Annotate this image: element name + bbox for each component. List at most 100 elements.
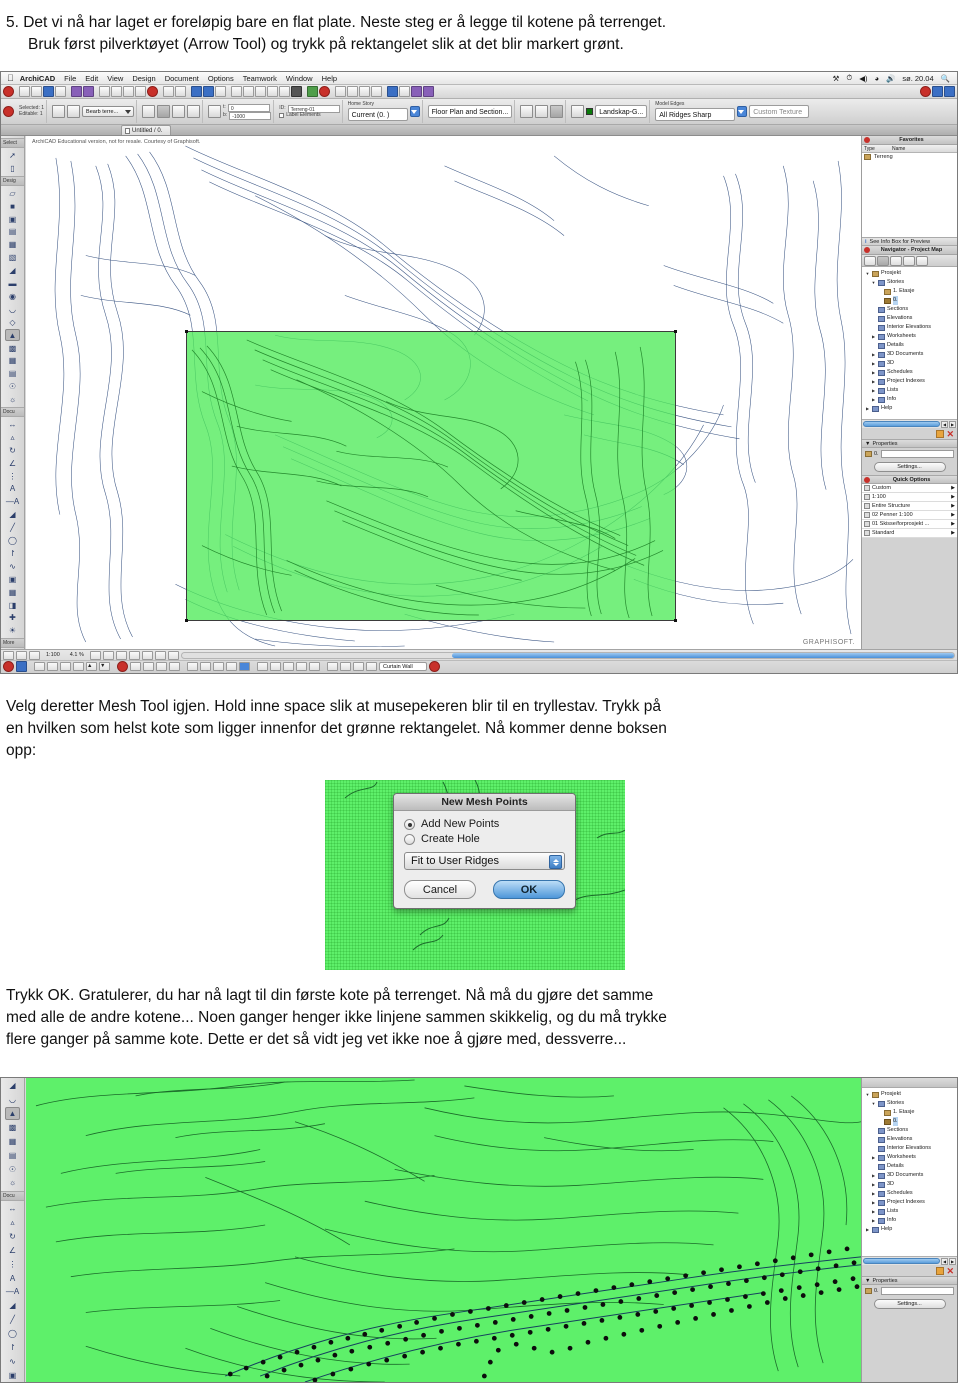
id-group[interactable]: ID: Terreng-01 Label Elements bbox=[277, 100, 343, 123]
tree-item-3d[interactable]: ▶ 3D bbox=[863, 1180, 956, 1189]
line-tool-icon[interactable]: ╱ bbox=[5, 522, 20, 534]
navigator-scroll-thumb-bottom[interactable] bbox=[863, 1258, 940, 1264]
tree-item-info[interactable]: ▶ Info bbox=[863, 1216, 956, 1225]
tree-item-3d[interactable]: ▶ 3D bbox=[863, 359, 956, 368]
navigator-close-icon[interactable] bbox=[864, 247, 870, 253]
quick-option-row[interactable]: 1:100 ▶ bbox=[862, 493, 957, 502]
spotlight-search-icon[interactable]: 🔍 bbox=[941, 74, 950, 83]
curtainwall-tool-icon-bottom[interactable]: ▦ bbox=[5, 1135, 20, 1148]
search-tool-icon[interactable] bbox=[366, 662, 377, 671]
properties-story-row-bottom[interactable]: 0. bbox=[862, 1285, 957, 1297]
menu-document[interactable]: Document bbox=[165, 74, 199, 83]
quick-option-arrow-icon[interactable]: ▶ bbox=[951, 512, 955, 518]
teamwork-icon[interactable] bbox=[307, 86, 318, 97]
trace-icon[interactable] bbox=[279, 86, 290, 97]
left-toolbox[interactable]: Select ➚ ▯ Desig ▱ ■ ▣ ▤ ▦ ▧ ◢ ▬ ◉ ◡ ◇ ▲… bbox=[1, 136, 25, 649]
nav-plan-icon[interactable] bbox=[143, 662, 154, 671]
quick-options-header[interactable]: Quick Options bbox=[862, 475, 957, 484]
close-trace-icon[interactable] bbox=[291, 86, 302, 97]
navigator-hscrollbar-bottom[interactable]: ◀ ▶ bbox=[862, 1256, 957, 1265]
zoom-percent-label[interactable]: 4.1 % bbox=[66, 652, 88, 658]
teamwork-alert-icon[interactable] bbox=[319, 86, 330, 97]
tree-disclosure-icon[interactable]: ▶ bbox=[871, 359, 876, 368]
navigator-layoutbook-icon[interactable] bbox=[903, 255, 915, 266]
new-view-icon-bottom[interactable] bbox=[936, 1266, 945, 1275]
navigator-action-row-bottom[interactable]: ✕ bbox=[862, 1265, 957, 1276]
delete-view-icon[interactable]: ✕ bbox=[946, 429, 954, 438]
move-icon[interactable] bbox=[283, 662, 294, 671]
geometry-polygon-icon[interactable] bbox=[142, 105, 156, 118]
quick-options-close-icon[interactable] bbox=[864, 476, 870, 483]
floorplan-canvas[interactable]: ArchiCAD Educational version, not for re… bbox=[26, 136, 861, 649]
tree-item-sections[interactable]: Sections bbox=[863, 305, 956, 314]
stair2-tool-icon[interactable]: ▤ bbox=[5, 368, 20, 380]
navigator-scroll-left-icon[interactable]: ◀ bbox=[941, 420, 948, 428]
shade-icon[interactable] bbox=[309, 662, 320, 671]
right-panel-bottom[interactable]: ▼ Prosjekt ▼ Stories 1. Etasje 0. Sections Elev… bbox=[861, 1078, 957, 1382]
tree-item-project-indexes[interactable]: ▶ Project Indexes bbox=[863, 1198, 956, 1207]
tree-item-help[interactable]: ▶ Help bbox=[863, 404, 956, 413]
undo-icon[interactable] bbox=[163, 86, 174, 97]
zone-tool-icon[interactable]: ▩ bbox=[5, 342, 20, 354]
material-combo[interactable]: Landskap-G... bbox=[595, 105, 648, 118]
navigator-hscrollbar[interactable]: ◀ ▶ bbox=[862, 419, 957, 428]
angle-dimension-tool-icon-bottom[interactable]: ∠ bbox=[5, 1244, 20, 1257]
properties-panel-header-top[interactable]: ▼ Properties bbox=[862, 439, 957, 448]
radial-dimension-tool-icon[interactable]: ↻ bbox=[5, 444, 20, 456]
mesh-geometry-group[interactable] bbox=[140, 100, 204, 123]
label-tool-icon[interactable]: —A bbox=[5, 496, 20, 508]
fill-tool-icon-bottom[interactable]: ◢ bbox=[5, 1299, 20, 1312]
zone-tool-icon-bottom[interactable]: ▩ bbox=[5, 1121, 20, 1134]
menu-edit[interactable]: Edit bbox=[85, 74, 98, 83]
navigator-viewmap-icon[interactable] bbox=[890, 255, 902, 266]
favorites-close-icon[interactable] bbox=[864, 137, 870, 143]
column-tool-icon[interactable]: ■ bbox=[5, 200, 20, 212]
zoom-out-icon[interactable] bbox=[115, 650, 127, 660]
geometry-circle-icon[interactable] bbox=[172, 105, 186, 118]
menu-window[interactable]: Window bbox=[286, 74, 313, 83]
delete-view-icon-bottom[interactable]: ✕ bbox=[946, 1266, 954, 1275]
tree-item-project-indexes[interactable]: ▶ Project Indexes bbox=[863, 377, 956, 386]
tree-item-elevations[interactable]: Elevations bbox=[863, 314, 956, 323]
tree-item-details[interactable]: Details bbox=[863, 1162, 956, 1171]
tree-item-prosjekt[interactable]: ▼ Prosjekt bbox=[863, 269, 956, 278]
status-close-icon[interactable] bbox=[3, 661, 14, 672]
print-icon[interactable] bbox=[55, 86, 66, 97]
paint-icon[interactable] bbox=[340, 662, 351, 671]
copy-icon[interactable] bbox=[83, 86, 94, 97]
tree-item-worksheets[interactable]: ▶ Worksheets bbox=[863, 332, 956, 341]
save-file-icon[interactable] bbox=[43, 86, 54, 97]
element-info-icon[interactable] bbox=[123, 86, 134, 97]
layer-combo[interactable]: Bearb terre... bbox=[82, 106, 135, 117]
zoom-dropdown-icon[interactable] bbox=[89, 650, 101, 660]
tools-icon[interactable]: ⚒ bbox=[833, 74, 840, 83]
tree-disclosure-icon[interactable]: ▶ bbox=[871, 350, 876, 359]
zoom-prev-icon[interactable] bbox=[16, 650, 27, 660]
fit-method-dropdown[interactable]: Fit to User Ridges bbox=[404, 852, 565, 870]
menu-view[interactable]: View bbox=[107, 74, 123, 83]
view-group[interactable]: Floor Plan and Section... bbox=[426, 100, 516, 123]
properties-name-input-top[interactable] bbox=[880, 450, 954, 458]
tree-disclosure-icon[interactable]: ▶ bbox=[871, 386, 876, 395]
properties-name-input-bottom[interactable] bbox=[880, 1287, 954, 1295]
quick-option-row[interactable]: 01 Skisse/forprosjekt ... ▶ bbox=[862, 520, 957, 529]
tree-item-1-etasje[interactable]: 1. Etasje bbox=[863, 1108, 956, 1117]
favorites-row-terreng[interactable]: Terreng bbox=[862, 153, 957, 161]
toolbox-group-select[interactable]: Select bbox=[1, 138, 24, 148]
shell-tool-icon-bottom[interactable]: ◡ bbox=[5, 1093, 20, 1106]
circle2-icon[interactable] bbox=[226, 662, 237, 671]
roof-tool-icon[interactable]: ◢ bbox=[5, 265, 20, 277]
dim-icon[interactable] bbox=[257, 662, 268, 671]
tree-item-schedules[interactable]: ▶ Schedules bbox=[863, 368, 956, 377]
circle-tool-icon[interactable]: ◯ bbox=[5, 535, 20, 547]
close-window-icon[interactable] bbox=[3, 86, 14, 97]
properties-disclosure-icon[interactable]: ▼ bbox=[865, 441, 870, 447]
navigator-scroll-left-icon-bottom[interactable]: ◀ bbox=[941, 1257, 948, 1265]
model-edges-value[interactable]: All Ridges Sharp bbox=[655, 107, 736, 121]
group-icon[interactable] bbox=[135, 86, 146, 97]
quick-option-row[interactable]: Entire Structure ▶ bbox=[862, 502, 957, 511]
quick-option-arrow-icon[interactable]: ▶ bbox=[951, 530, 955, 536]
tree-item-lists[interactable]: ▶ Lists bbox=[863, 386, 956, 395]
window-tool-icon[interactable]: ▤ bbox=[5, 226, 20, 238]
find-icon[interactable] bbox=[99, 86, 110, 97]
